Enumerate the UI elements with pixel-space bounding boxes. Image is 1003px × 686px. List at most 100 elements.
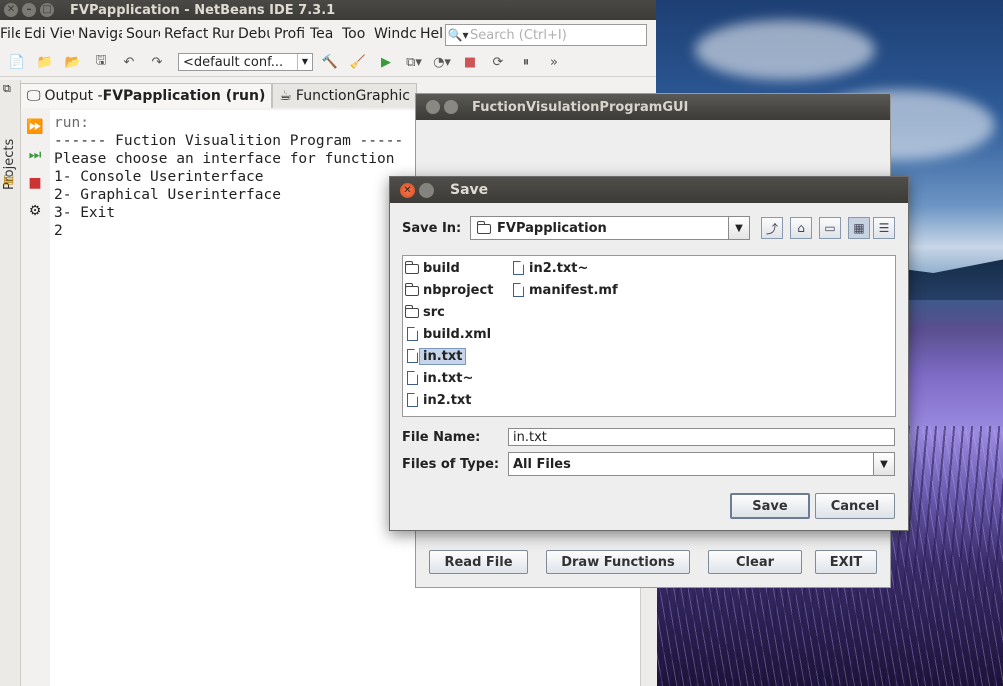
tab-output-project: FVPapplication (run) — [102, 88, 266, 104]
tab-output[interactable]: 🖵 Output - FVPapplication (run) — [20, 83, 273, 108]
open-project-icon[interactable]: 📂 — [62, 51, 84, 73]
run-icon[interactable]: ▶ — [375, 51, 397, 73]
list-item[interactable]: src — [405, 302, 449, 322]
maximize-icon[interactable]: □ — [40, 3, 54, 17]
menu-navigate[interactable]: Naviga — [78, 26, 122, 42]
chevron-down-icon[interactable]: ▼ — [297, 54, 312, 70]
file-type-label: Files of Type: — [402, 457, 500, 472]
search-box[interactable]: 🔍▾ Search (Ctrl+I) — [445, 24, 647, 46]
read-file-button[interactable]: Read File — [429, 550, 528, 574]
file-type-combo[interactable]: All Files ▼ — [508, 452, 895, 476]
stop-run-icon[interactable]: ■ — [24, 172, 46, 194]
config-select[interactable]: <default conf... ▼ — [178, 53, 313, 71]
tab-output-prefix: Output - — [44, 88, 103, 104]
menu-team[interactable]: Tea — [310, 26, 338, 42]
clean-build-icon[interactable]: 🧹 — [347, 51, 369, 73]
side-panel-strip: ⧉ Projects ▤ — [0, 80, 21, 686]
menu-edit[interactable]: Edi — [24, 26, 46, 42]
file-type-value: All Files — [513, 456, 571, 472]
close-icon[interactable]: ✕ — [4, 3, 18, 17]
profile-icon[interactable]: ◔▾ — [431, 51, 453, 73]
debug-icon[interactable]: ⧉▾ — [403, 51, 425, 73]
search-icon[interactable]: 🔍▾ — [446, 28, 470, 42]
restore-window-icon[interactable]: ⧉ — [3, 82, 11, 96]
dialog-title: Save — [450, 182, 489, 198]
rerun-with-params-icon[interactable]: ⏭ — [24, 144, 46, 166]
clear-button[interactable]: Clear — [708, 550, 802, 574]
exit-button[interactable]: EXIT — [815, 550, 877, 574]
menu-debug[interactable]: Debu — [238, 26, 270, 42]
file-name-field[interactable]: in.txt — [508, 428, 895, 446]
details-view-icon[interactable]: ☰ — [873, 217, 895, 239]
pause-icon[interactable]: ⏸ — [515, 51, 537, 73]
close-icon[interactable] — [426, 100, 440, 114]
tab-function-graphic-label: FunctionGraphic — [295, 88, 410, 104]
new-folder-icon[interactable]: ▭ — [819, 217, 841, 239]
file-icon — [513, 283, 524, 297]
save-in-value: FVPapplication — [497, 220, 607, 236]
list-item[interactable]: build — [405, 258, 464, 278]
toolbar: 📄 📁 📂 🖫 ↶ ↷ <default conf... ▼ 🔨 🧹 ▶ ⧉▾ … — [0, 48, 656, 77]
list-item-selected[interactable]: in.txt — [405, 346, 467, 366]
menu-tools[interactable]: Too — [342, 26, 370, 42]
build-icon[interactable]: 🔨 — [319, 51, 341, 73]
java-file-icon: ☕ — [279, 88, 292, 104]
menu-help[interactable]: Hel — [420, 26, 444, 42]
config-value: <default conf... — [183, 54, 284, 70]
file-icon — [407, 349, 418, 363]
output-actions: ⏩ ⏭ ■ ⚙ — [21, 110, 49, 228]
chevron-down-icon[interactable]: ▼ — [873, 453, 894, 475]
menu-source[interactable]: Sourc — [126, 26, 160, 42]
list-item[interactable]: build.xml — [405, 324, 495, 344]
file-list[interactable]: build nbproject src build.xml in.txt in.… — [402, 255, 896, 417]
chevron-down-icon[interactable]: ▼ — [728, 217, 749, 239]
search-input[interactable]: Search (Ctrl+I) — [470, 28, 567, 43]
settings-icon[interactable]: ⚙ — [24, 200, 46, 222]
new-project-icon[interactable]: 📁 — [34, 51, 56, 73]
menu-run[interactable]: Rur — [212, 26, 234, 42]
minimize-icon[interactable]: – — [22, 3, 36, 17]
menu-refactor[interactable]: Refact — [164, 26, 208, 42]
list-item[interactable]: in.txt~ — [405, 368, 477, 388]
menu-window[interactable]: Windc — [374, 26, 416, 42]
tab-function-graphic[interactable]: ☕ FunctionGraphic — [272, 83, 417, 108]
folder-icon — [405, 261, 419, 274]
list-view-icon[interactable]: ▦ — [848, 217, 870, 239]
new-file-icon[interactable]: 📄 — [6, 51, 28, 73]
gui-titlebar: FuctionVisulationProgramGUI — [416, 94, 890, 120]
save-dialog: ✕ Save Save In: FVPapplication ▼ ⤴ ⌂ ▭ ▦… — [389, 176, 909, 531]
minimize-icon[interactable] — [419, 182, 434, 198]
draw-functions-button[interactable]: Draw Functions — [546, 550, 690, 574]
apply-changes-icon[interactable]: ⟳ — [487, 51, 509, 73]
folder-icon — [405, 283, 419, 296]
file-icon — [407, 371, 418, 385]
list-item[interactable]: manifest.mf — [511, 280, 622, 300]
files-icon[interactable]: ▤ — [3, 172, 14, 186]
rerun-icon[interactable]: ⏩ — [24, 116, 46, 138]
window-title: FVPapplication - NetBeans IDE 7.3.1 — [70, 2, 336, 18]
stop-icon[interactable]: ■ — [459, 51, 481, 73]
list-item[interactable]: in2.txt — [405, 390, 476, 410]
list-item[interactable]: nbproject — [405, 280, 497, 300]
save-in-combo[interactable]: FVPapplication ▼ — [470, 216, 750, 240]
undo-icon[interactable]: ↶ — [118, 51, 140, 73]
redo-icon[interactable]: ↷ — [146, 51, 168, 73]
save-all-icon[interactable]: 🖫 — [90, 51, 112, 73]
up-folder-icon[interactable]: ⤴ — [761, 217, 783, 239]
close-icon[interactable]: ✕ — [400, 182, 415, 198]
folder-icon — [405, 305, 419, 318]
more-icon[interactable]: » — [543, 51, 565, 73]
gui-title: FuctionVisulationProgramGUI — [472, 99, 689, 115]
list-item[interactable]: in2.txt~ — [511, 258, 592, 278]
cancel-button[interactable]: Cancel — [815, 493, 895, 519]
menu-view[interactable]: View — [50, 26, 74, 42]
home-icon[interactable]: ⌂ — [790, 217, 812, 239]
file-name-label: File Name: — [402, 430, 481, 445]
menu-file[interactable]: File — [0, 26, 20, 42]
file-icon — [407, 327, 418, 341]
save-button[interactable]: Save — [730, 493, 810, 519]
dialog-titlebar: ✕ Save — [390, 177, 908, 203]
minimize-icon[interactable] — [444, 100, 458, 114]
output-icon: 🖵 — [27, 88, 41, 104]
menu-profile[interactable]: Profi — [274, 26, 306, 42]
